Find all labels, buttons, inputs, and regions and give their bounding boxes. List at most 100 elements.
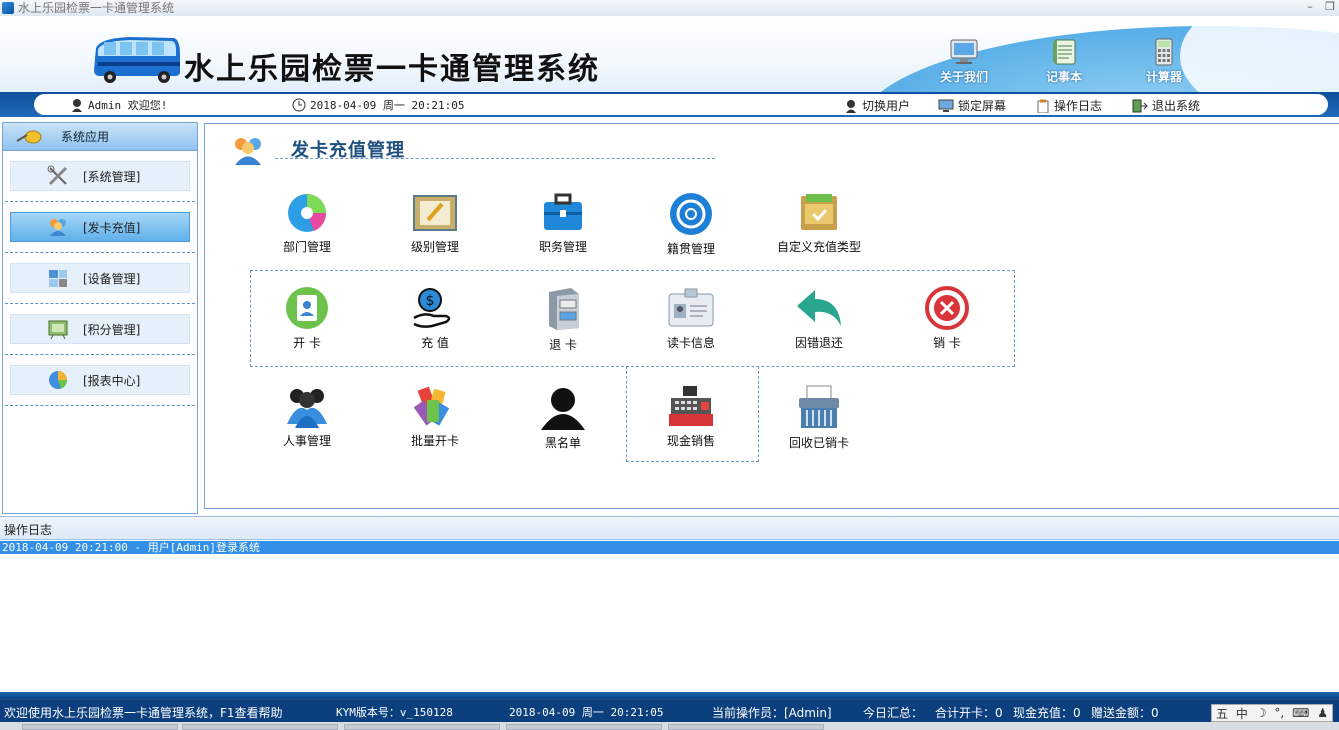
window-titlebar: 水上乐园检票一卡通管理系统 – ❐ [0,0,1339,16]
function-label: 销 卡 [933,336,961,350]
function-label: 现金销售 [666,434,715,448]
sidebar-item-reports[interactable]: [报表中心] [3,355,197,405]
welcome-user: Admin 欢迎您! [70,97,167,113]
tools-icon [47,165,68,186]
recharge-button[interactable]: $ 充 值 [380,286,490,351]
status-cash-recharge: 现金充值：0 [1013,706,1081,720]
user-info-bar: Admin 欢迎您! 2018-04-09 周一 20:21:05 切换用户 锁… [0,92,1339,117]
clipboard-icon [1037,99,1049,113]
sidebar-item-points[interactable]: [积分管理] [3,304,197,354]
function-label: 读卡信息 [666,336,715,350]
ime-wubi-icon[interactable]: 五 [1216,705,1228,722]
operation-log-header: 操作日志 [0,516,1339,540]
ime-chinese-icon[interactable]: 中 [1236,705,1248,722]
cancel-icon [925,286,969,330]
header-banner: 水上乐园检票一卡通管理系统 关于我们 记事本 计算器 [0,16,1339,92]
about-us-button[interactable]: 关于我们 [929,38,999,85]
taskbar-item[interactable] [506,724,662,730]
window-title: 水上乐园检票一卡通管理系统 [18,1,175,15]
notepad-label: 记事本 [1045,70,1082,84]
ime-toolbar[interactable]: 五 中 ☽ °, ⌨ ♟ [1211,704,1333,722]
left-sidebar: 系统应用 [系统管理] [发卡充值] [设备管理] [积分管理] [报表中心] [2,122,198,514]
sidebar-item-card-recharge[interactable]: [发卡充值] [3,202,197,252]
native-place-management-button[interactable]: 籍贯管理 [636,192,746,257]
exit-system-button[interactable]: 退出系统 [1132,97,1200,114]
operation-log-button[interactable]: 操作日志 [1036,97,1102,114]
window-controls: – ❐ [1303,0,1337,14]
ime-halfwidth-icon[interactable]: ☽ [1256,706,1267,720]
status-datetime: 2018-04-09 周一 20:21:05 [509,706,664,719]
calculator-label: 计算器 [1145,70,1182,84]
ime-keyboard-icon[interactable]: ⌨ [1292,706,1309,720]
function-label: 级别管理 [410,240,459,254]
clock-icon [292,98,306,112]
welcome-text: Admin 欢迎您! [88,99,168,112]
blacklist-button[interactable]: 黑名单 [508,384,618,451]
exit-icon [1132,99,1148,112]
function-label: 充 值 [421,336,449,350]
switch-user-button[interactable]: 切换用户 [844,97,910,114]
level-management-button[interactable]: 级别管理 [380,192,490,255]
money-hand-icon: $ [413,288,451,328]
notepad-button[interactable]: 记事本 [1029,38,1099,85]
sidebar-item-system[interactable]: [系统管理] [3,151,197,201]
function-label: 退 卡 [549,338,577,352]
sidebar-item-device[interactable]: [设备管理] [3,253,197,303]
ime-settings-icon[interactable]: ♟ [1317,706,1328,720]
notepad-icon [1053,39,1076,65]
taskbar-item[interactable] [668,724,824,730]
taskbar-item[interactable] [22,724,178,730]
batch-open-card-button[interactable]: 批量开卡 [380,384,490,449]
cancel-card-button[interactable]: 销 卡 [892,286,1002,351]
users-group-icon [235,138,261,165]
read-card-info-button[interactable]: 读卡信息 [636,286,746,351]
sidebar-title: 系统应用 [61,130,110,144]
pie-chart-icon [49,371,68,389]
taskbar-item[interactable] [182,724,338,730]
taskbar-strip [0,722,1339,730]
log-entry[interactable]: 2018-04-09 20:21:00 - 用户[Admin]登录系统 [0,541,1339,554]
app-icon [2,2,14,14]
about-us-label: 关于我们 [939,70,988,84]
wallet-icon [801,194,837,230]
operation-log-label: 操作日志 [1054,99,1103,113]
exit-system-label: 退出系统 [1152,99,1201,113]
minimize-button[interactable]: – [1303,0,1317,14]
key-icon [16,130,42,143]
ime-punctuation-icon[interactable]: °, [1274,706,1284,720]
custom-recharge-type-button[interactable]: 自定义充值类型 [764,192,874,255]
blacklist-person-icon [541,388,585,430]
error-refund-button[interactable]: 因错退还 [764,286,874,351]
open-card-icon [286,287,328,329]
main-panel: 发卡充值管理 部门管理 级别管理 职务管理 籍贯管理 自定义充值类型 开 卡 $… [204,123,1339,509]
open-card-button[interactable]: 开 卡 [252,286,362,351]
users-icon [50,219,66,236]
cash-sales-button[interactable]: 现金销售 [636,384,746,449]
recycle-cancelled-card-button[interactable]: 回收已销卡 [764,384,874,451]
points-board-icon [48,320,68,340]
function-label: 职务管理 [538,240,587,254]
taskbar-item[interactable] [344,724,500,730]
calculator-button[interactable]: 计算器 [1129,38,1199,85]
personnel-management-button[interactable]: 人事管理 [252,384,362,449]
operation-log-title: 操作日志 [4,523,53,537]
return-card-button[interactable]: 退 卡 [508,286,618,353]
title-underline [275,158,715,159]
lock-screen-label: 锁定屏幕 [958,99,1007,113]
personnel-icon [287,389,327,428]
lock-screen-button[interactable]: 锁定屏幕 [938,97,1006,114]
undo-arrow-icon [797,290,841,326]
svg-text:$: $ [426,293,435,309]
status-welcome: 欢迎使用水上乐园检票一卡通管理系统，F1查看帮助 [4,706,283,720]
status-version: KYM版本号：v_150128 [336,706,453,719]
position-management-button[interactable]: 职务管理 [508,192,618,255]
banner-wave-highlight [1180,16,1339,92]
id-card-icon [668,288,714,327]
sidebar-item-label: [发卡充值] [83,220,141,235]
bus-logo-icon [94,37,180,83]
restore-button[interactable]: ❐ [1323,0,1337,14]
switch-user-icon [846,99,856,113]
sidebar-item-label: [报表中心] [83,373,141,388]
user-icon [72,99,82,112]
department-management-button[interactable]: 部门管理 [252,192,362,255]
